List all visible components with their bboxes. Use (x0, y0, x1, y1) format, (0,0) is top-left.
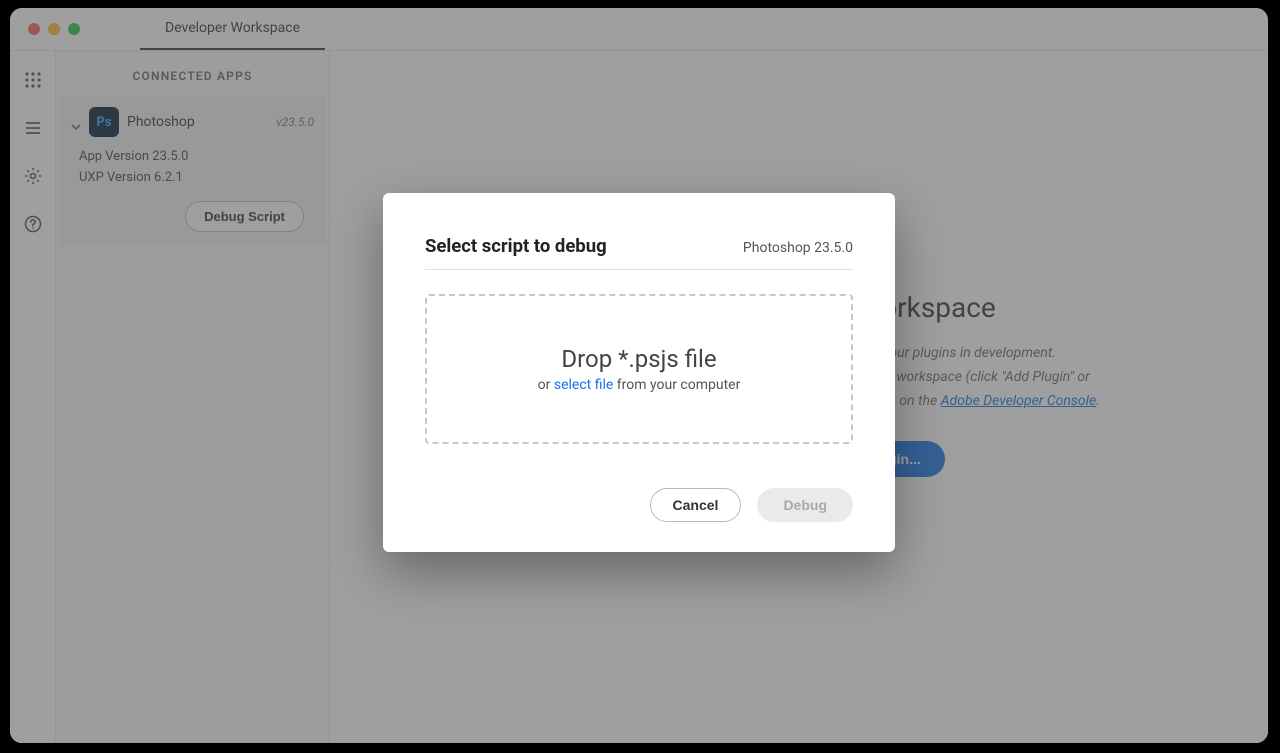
select-file-link[interactable]: select file (554, 377, 613, 393)
modal-scrim[interactable]: Select script to debug Photoshop 23.5.0 … (10, 8, 1268, 743)
dialog-title: Select script to debug (425, 235, 607, 257)
dropzone-title: Drop *.psjs file (561, 345, 716, 373)
button-label: Cancel (673, 497, 719, 513)
dialog-actions: Cancel Debug (425, 488, 853, 522)
debug-button: Debug (757, 488, 853, 522)
app-window: Developer Workspace CONNECTED APPS (10, 8, 1268, 743)
select-script-dialog: Select script to debug Photoshop 23.5.0 … (383, 193, 895, 552)
file-dropzone[interactable]: Drop *.psjs file or select file from you… (425, 294, 853, 444)
dialog-context: Photoshop 23.5.0 (743, 240, 853, 256)
dialog-header: Select script to debug Photoshop 23.5.0 (425, 235, 853, 270)
button-label: Debug (783, 497, 827, 513)
cancel-button[interactable]: Cancel (650, 488, 742, 522)
dropzone-subtitle: or select file from your computer (538, 377, 741, 393)
